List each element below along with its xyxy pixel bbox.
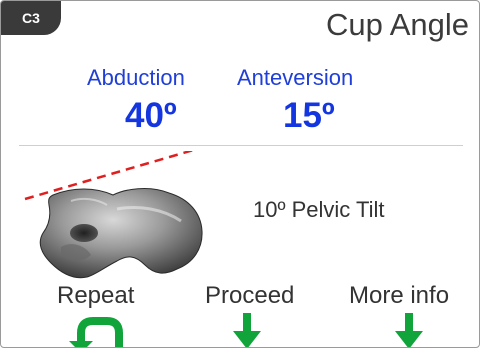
anteversion-value: 15º — [283, 96, 335, 135]
cup-angle-screen: C3 Cup Angle Abduction Anteversion 40º 1… — [0, 0, 480, 348]
abduction-label: Abduction — [87, 65, 185, 90]
repeat-arrow-icon[interactable] — [69, 313, 131, 348]
more-info-label[interactable]: More info — [349, 282, 449, 310]
pelvic-tilt-text: 10º Pelvic Tilt — [253, 197, 385, 222]
pelvis-model-icon — [24, 151, 203, 279]
abduction-value: 40º — [125, 96, 177, 135]
proceed-down-arrow-icon[interactable] — [233, 313, 261, 348]
more-info-down-arrow-icon[interactable] — [395, 313, 423, 348]
step-badge: C3 — [1, 1, 61, 35]
proceed-label[interactable]: Proceed — [205, 282, 294, 310]
anteversion-label: Anteversion — [237, 65, 354, 90]
page-title: Cup Angle — [325, 7, 469, 42]
divider — [19, 145, 463, 146]
repeat-label[interactable]: Repeat — [57, 282, 134, 310]
tilt-reference-line — [24, 151, 195, 201]
